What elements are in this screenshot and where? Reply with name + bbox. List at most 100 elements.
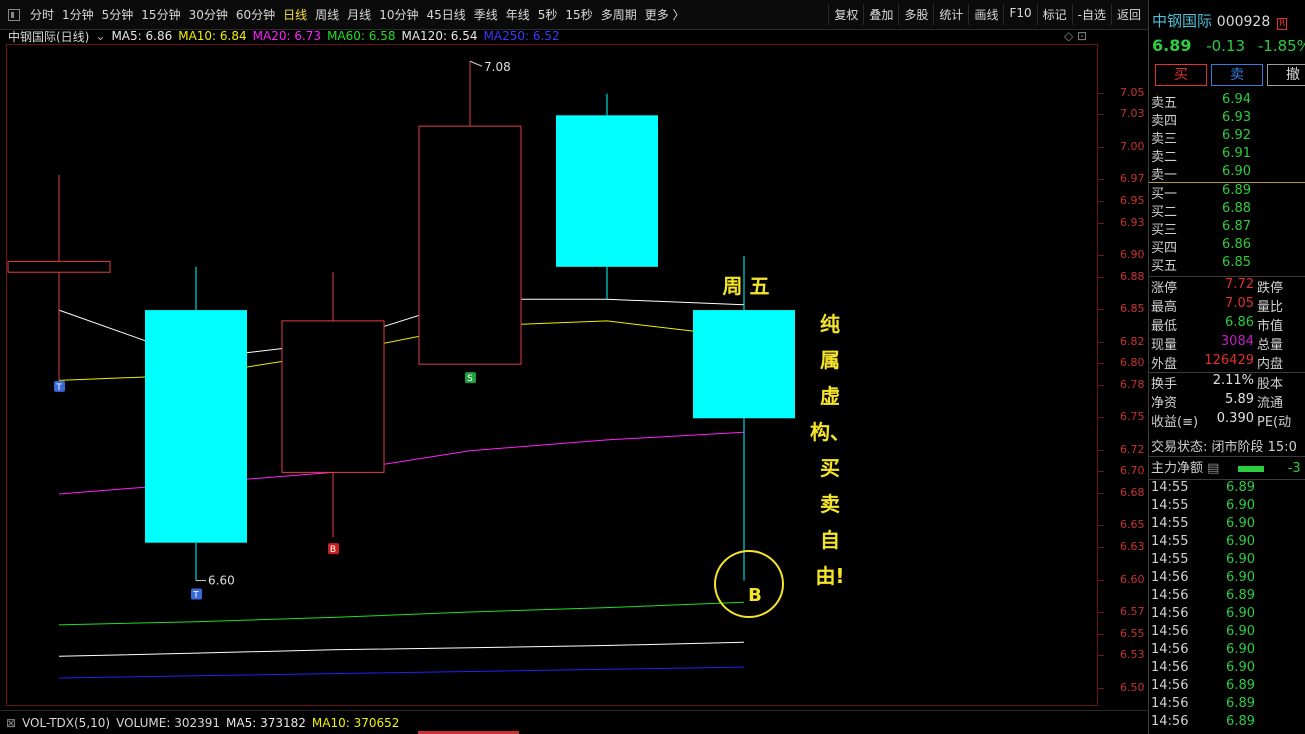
toolbar-action-5[interactable]: F10 (1003, 4, 1036, 25)
annotation-friday: 周 五 (722, 274, 770, 298)
tick-price: 6.90 (1226, 516, 1255, 531)
main-flow-value: -3 (1287, 461, 1301, 476)
tick-price: 6.90 (1226, 498, 1255, 513)
ytick-mark-8 (1098, 309, 1104, 311)
stat-value: 7.72 (1225, 277, 1254, 292)
r-badge: R (1277, 18, 1288, 30)
period-tab-14[interactable]: 15秒 (561, 6, 596, 23)
collapse-icon[interactable]: ⌄ (95, 29, 105, 43)
ytick-label-4: 6.95 (1120, 193, 1145, 207)
sidebar-toggle-icon[interactable] (8, 8, 20, 21)
period-tab-6[interactable]: 日线 (279, 6, 311, 23)
bid-row[interactable]: 买二 6.88 (1149, 201, 1305, 220)
candle-5-body[interactable] (693, 310, 795, 419)
stat-row: 外盘 126429 内盘 (1149, 353, 1305, 372)
candle-4-body[interactable] (556, 115, 658, 267)
tick-row: 14:56 6.89 (1149, 714, 1305, 732)
kline-chart[interactable]: 7.08 6.60 T T B S (7, 45, 1097, 705)
period-tab-0[interactable]: 分时 (26, 6, 58, 23)
ytick-mark-14 (1098, 471, 1104, 473)
tick-list[interactable]: 14:55 6.89 14:55 6.90 14:55 6.90 14:55 6.90 14:5… (1149, 479, 1305, 732)
toolbar-action-8[interactable]: 返回 (1110, 4, 1146, 25)
candle-0-body[interactable] (7, 260, 111, 273)
current-quote: 6.89 -0.13 -1.85% (1152, 36, 1305, 55)
ytick-mark-7 (1098, 276, 1104, 278)
period-tab-2[interactable]: 5分钟 (98, 6, 138, 23)
sell-button[interactable]: 卖 (1211, 64, 1263, 86)
chart-settings-icon[interactable]: ◇ ⊡ (1064, 29, 1087, 43)
ytick-label-14: 6.70 (1120, 464, 1145, 478)
stock-title: 中钢国际 000928 R (1152, 10, 1288, 31)
ask-row[interactable]: 卖五 6.94 (1149, 92, 1305, 111)
toolbar-action-6[interactable]: 标记 (1036, 4, 1072, 25)
candle-3-body[interactable] (418, 125, 522, 365)
stat-label: 涨停 (1151, 281, 1178, 296)
bid-row[interactable]: 买五 6.85 (1149, 255, 1305, 274)
marker-1-label: T (192, 591, 199, 601)
toolbar-action-7[interactable]: -自选 (1071, 4, 1111, 25)
marker-2-label: B (330, 545, 336, 555)
cancel-button[interactable]: 撤 (1267, 64, 1305, 86)
ytick-mark-13 (1098, 449, 1104, 451)
toolbar-action-2[interactable]: 多股 (898, 4, 933, 25)
bid-row[interactable]: 买一 6.89 (1149, 183, 1305, 202)
close-icon[interactable]: ⊠ (6, 716, 16, 730)
period-tab-5[interactable]: 60分钟 (232, 6, 279, 23)
toolbar-action-3[interactable]: 统计 (933, 4, 968, 25)
period-tab-1[interactable]: 1分钟 (58, 6, 98, 23)
ma250-value: MA250: 6.52 (483, 29, 560, 43)
ytick-label-11: 6.78 (1120, 377, 1145, 391)
toolbar-action-0[interactable]: 复权 (828, 4, 863, 25)
main-flow[interactable]: 主力净额 ▤ -3 (1149, 456, 1305, 476)
kline-chart-frame[interactable]: 7.08 6.60 T T B S (6, 44, 1098, 706)
toolbar-action-4[interactable]: 画线 (968, 4, 1003, 25)
bid-row[interactable]: 买三 6.87 (1149, 219, 1305, 238)
ytick-mark-1 (1098, 114, 1104, 116)
bid-row[interactable]: 买四 6.86 (1149, 237, 1305, 256)
candle-1-body[interactable] (145, 310, 247, 543)
candle-2-body[interactable] (281, 320, 385, 473)
volume-indicator-label[interactable]: VOL-TDX(5,10) (22, 716, 110, 730)
vertical-text-char-1: 属 (820, 348, 840, 372)
period-tab-15[interactable]: 多周期 (597, 6, 641, 23)
bid-price: 6.87 (1222, 219, 1251, 234)
period-tab-11[interactable]: 季线 (470, 6, 502, 23)
vertical-text-char-5: 卖 (820, 492, 840, 516)
period-tab-12[interactable]: 年线 (502, 6, 534, 23)
tick-price: 6.89 (1226, 714, 1255, 729)
tick-row: 14:55 6.89 (1149, 480, 1305, 498)
bid-label: 买四 (1151, 241, 1178, 256)
period-tab-9[interactable]: 10分钟 (375, 6, 422, 23)
period-tab-13[interactable]: 5秒 (534, 6, 562, 23)
period-tab-7[interactable]: 周线 (311, 6, 343, 23)
stat-row: 净资 5.89 流通 (1149, 392, 1305, 411)
stock-name: 中钢国际 (1152, 12, 1213, 30)
main-flow-bar (1237, 465, 1264, 472)
period-tab-16[interactable]: 更多 〉 (641, 6, 689, 23)
tick-price: 6.90 (1226, 624, 1255, 639)
tick-time: 14:55 (1151, 534, 1189, 549)
period-tab-10[interactable]: 45日线 (422, 6, 469, 23)
period-tab-4[interactable]: 30分钟 (185, 6, 232, 23)
toolbar-action-1[interactable]: 叠加 (863, 4, 898, 25)
ytick-mark-21 (1098, 655, 1104, 657)
stat-row: 现量 3084 总量 (1149, 334, 1305, 353)
ask-label: 卖五 (1151, 96, 1178, 111)
low-label: 6.60 (208, 574, 235, 588)
tick-time: 14:55 (1151, 498, 1189, 513)
chart-title[interactable]: 中钢国际(日线) (8, 28, 89, 45)
buy-button[interactable]: 买 (1155, 64, 1207, 86)
vertical-text-char-2: 虚 (820, 384, 840, 408)
ytick-label-10: 6.80 (1120, 356, 1145, 370)
ask-row[interactable]: 卖四 6.93 (1149, 110, 1305, 129)
list-icon[interactable]: ▤ (1207, 461, 1219, 476)
tick-price: 6.90 (1226, 606, 1255, 621)
period-tab-8[interactable]: 月线 (343, 6, 375, 23)
stat-label-2: PE(动 (1257, 415, 1292, 430)
bid-label: 买三 (1151, 223, 1178, 238)
period-tab-3[interactable]: 15分钟 (137, 6, 184, 23)
ask-row[interactable]: 卖二 6.91 (1149, 146, 1305, 165)
ask-label: 卖一 (1151, 168, 1178, 183)
ask-row[interactable]: 卖一 6.90 (1149, 164, 1305, 183)
ask-row[interactable]: 卖三 6.92 (1149, 128, 1305, 147)
